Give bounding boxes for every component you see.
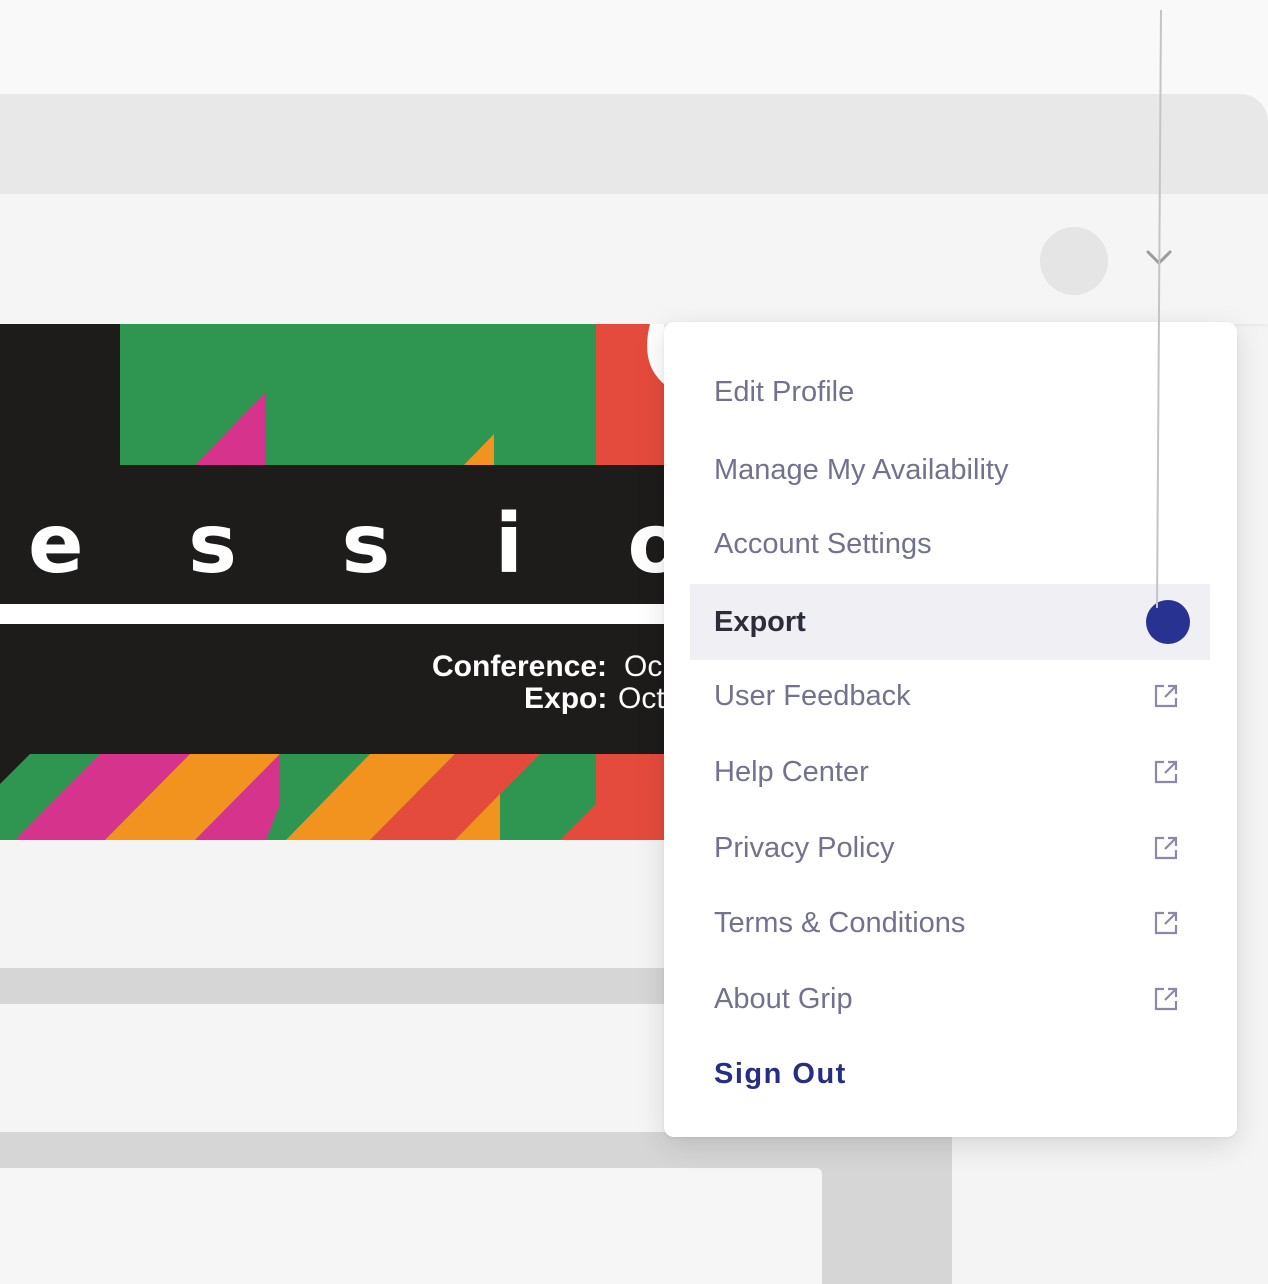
menu-item-label: Terms & Conditions [714, 906, 966, 939]
expo-value: Oct [618, 682, 664, 715]
menu-item-help-center[interactable]: Help Center [690, 734, 1210, 810]
external-link-icon [1154, 760, 1178, 784]
menu-item-user-feedback[interactable]: User Feedback [690, 658, 1210, 734]
menu-item-label: Manage My Availability [714, 453, 1009, 486]
conference-label: Conference: [432, 650, 607, 683]
event-banner: e s s i o n s e Conference: Oc Expo: Oct [0, 324, 664, 840]
user-avatar[interactable] [1040, 227, 1108, 295]
menu-item-privacy-policy[interactable]: Privacy Policy [690, 810, 1210, 886]
menu-item-label: About Grip [714, 982, 853, 1015]
menu-item-label: Help Center [714, 755, 869, 788]
external-link-icon [1154, 684, 1178, 708]
menu-item-account-settings[interactable]: Account Settings [690, 506, 1210, 582]
content-panel [0, 1004, 664, 1132]
menu-item-terms-conditions[interactable]: Terms & Conditions [690, 885, 1210, 961]
expo-label: Expo: [524, 682, 607, 715]
external-link-icon [1154, 987, 1178, 1011]
menu-item-label: Edit Profile [714, 375, 855, 408]
menu-item-edit-profile[interactable]: Edit Profile [690, 354, 1210, 430]
conference-value: Oc [624, 650, 662, 683]
menu-item-label: User Feedback [714, 679, 911, 712]
content-card [0, 1168, 822, 1284]
sign-out-label: Sign Out [714, 1057, 847, 1090]
menu-item-label: Export [714, 605, 806, 638]
menu-item-label: Privacy Policy [714, 831, 895, 864]
external-link-icon [1154, 836, 1178, 860]
menu-item-manage-availability[interactable]: Manage My Availability [690, 432, 1210, 508]
banner-title: e s s i o n s e [28, 497, 664, 592]
menu-item-about-grip[interactable]: About Grip [690, 961, 1210, 1037]
menu-item-label: Account Settings [714, 527, 932, 560]
app-window-top-bar [0, 94, 1268, 194]
divider-strip [0, 968, 664, 1004]
pointer-line [1156, 10, 1162, 609]
sign-out-button[interactable]: Sign Out [690, 1036, 1210, 1112]
menu-item-export[interactable]: Export [690, 584, 1210, 660]
external-link-icon [1154, 911, 1178, 935]
